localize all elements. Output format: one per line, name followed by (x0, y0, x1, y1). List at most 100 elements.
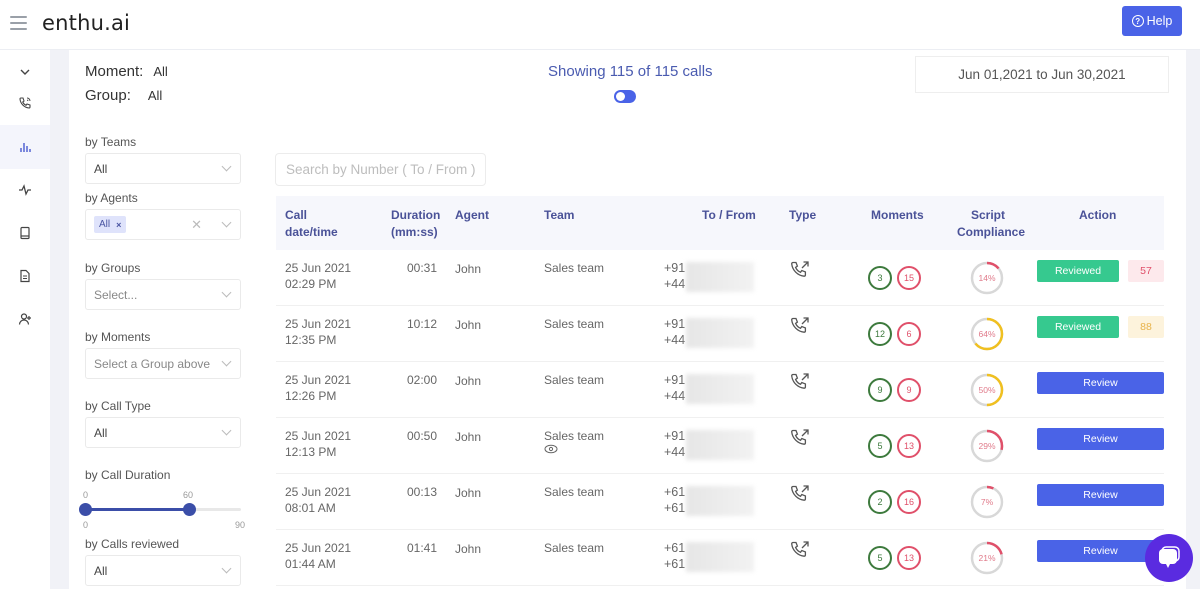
positive-moments-badge[interactable]: 5 (868, 434, 892, 458)
to-number: +91 (664, 261, 686, 275)
col-team[interactable]: Team (544, 207, 574, 224)
col-duration-line1: Duration (391, 208, 441, 222)
col-compliance[interactable]: Script Compliance (957, 207, 1025, 241)
filter-calls-reviewed-select[interactable]: All (85, 555, 241, 586)
filter-groups-select[interactable]: Select... (85, 279, 241, 310)
team-name: Sales team (544, 373, 605, 387)
outgoing-call-icon[interactable] (790, 260, 810, 280)
to-from-number: +61 +61 (664, 484, 685, 516)
call-duration: 00:13 (407, 485, 438, 499)
outgoing-call-icon[interactable] (790, 540, 810, 560)
call-datetime: 25 Jun 2021 12:35 PM (285, 316, 351, 348)
table-row[interactable]: 25 Jun 2021 01:44 AM 01:41 John Sales team +6… (276, 530, 1164, 586)
slider-high-handle[interactable] (183, 503, 196, 516)
table-row[interactable]: 25 Jun 2021 12:35 PM 10:12 John Sales team +9… (276, 306, 1164, 362)
table-row[interactable]: 25 Jun 2021 08:01 AM 00:13 John Sales team +6… (276, 474, 1164, 530)
slider-high-value: 60 (183, 490, 194, 500)
call-date: 25 Jun 2021 (285, 261, 352, 275)
compliance-percent: 14% (978, 273, 996, 283)
chevron-down-icon (221, 287, 232, 298)
date-range-picker[interactable]: Jun 01,2021 to Jun 30,2021 (915, 56, 1169, 93)
call-date: 25 Jun 2021 (285, 373, 352, 387)
filter-call-type-select[interactable]: All (85, 417, 241, 448)
call-datetime: 25 Jun 2021 02:29 PM (285, 260, 351, 292)
to-number: +61 (664, 485, 686, 499)
col-compliance-line1: Script (970, 208, 1005, 222)
table-row[interactable]: 25 Jun 2021 02:29 PM 00:31 John Sales team +9… (276, 250, 1164, 306)
sidebar-item-documents[interactable] (0, 254, 50, 298)
negative-moments-badge[interactable]: 13 (897, 434, 921, 458)
chevron-down-icon (221, 161, 232, 172)
outgoing-call-icon[interactable] (790, 316, 810, 336)
sidebar-item-activity[interactable] (0, 168, 50, 212)
to-number: +91 (664, 317, 686, 331)
outgoing-call-icon[interactable] (790, 484, 810, 504)
filter-agents-label: by Agents (85, 191, 138, 205)
moment-summary: Moment: All (85, 63, 168, 80)
document-icon (20, 269, 30, 283)
view-toggle[interactable] (614, 90, 636, 103)
sidebar-item-calls[interactable] (0, 81, 50, 125)
negative-moments-badge[interactable]: 9 (897, 378, 921, 402)
from-number: +61 (664, 557, 686, 571)
reviewed-button[interactable]: Reviewed (1037, 260, 1119, 282)
help-button[interactable]: ? Help (1122, 6, 1182, 36)
filter-moments-select[interactable]: Select a Group above (85, 348, 241, 379)
col-moments[interactable]: Moments (871, 207, 924, 224)
sidebar-item-add-user[interactable] (0, 297, 50, 341)
slider-low-handle[interactable] (79, 503, 92, 516)
sidebar-item-analytics[interactable] (0, 125, 50, 169)
activity-icon (19, 184, 31, 196)
outgoing-call-icon[interactable] (790, 428, 810, 448)
right-gutter (1186, 50, 1200, 589)
call-date: 25 Jun 2021 (285, 541, 352, 555)
slider-max-label: 90 (235, 520, 246, 530)
review-button[interactable]: Review (1037, 428, 1164, 450)
col-datetime-line1: Call (285, 208, 308, 222)
positive-moments-badge[interactable]: 12 (868, 322, 892, 346)
col-to-from[interactable]: To / From (702, 207, 756, 224)
col-datetime[interactable]: Call date/time (285, 207, 338, 241)
showing-count: Showing 115 of 115 calls (548, 63, 713, 80)
review-button[interactable]: Review (1037, 484, 1164, 506)
call-duration-slider[interactable] (79, 503, 241, 516)
col-duration[interactable]: Duration (mm:ss) (391, 207, 441, 241)
review-button[interactable]: Review (1037, 372, 1164, 394)
negative-moments-badge[interactable]: 13 (897, 546, 921, 570)
negative-moments-badge[interactable]: 6 (897, 322, 921, 346)
chat-widget-button[interactable] (1145, 534, 1193, 582)
outgoing-call-icon[interactable] (790, 372, 810, 392)
search-input[interactable] (275, 153, 486, 186)
table-row[interactable]: 25 Jun 2021 12:13 PM 00:50 John Sales team +9… (276, 418, 1164, 474)
negative-moments-badge[interactable]: 16 (897, 490, 921, 514)
negative-moments-badge[interactable]: 15 (897, 266, 921, 290)
call-time: 12:13 PM (285, 445, 337, 459)
eye-icon[interactable] (544, 444, 558, 454)
group-summary: Group: All (85, 87, 162, 104)
sidebar (0, 50, 50, 589)
call-time: 12:35 PM (285, 333, 337, 347)
col-type[interactable]: Type (789, 207, 816, 224)
compliance-percent: 50% (978, 385, 996, 395)
agent-name: John (455, 430, 482, 444)
col-agent[interactable]: Agent (455, 207, 489, 224)
positive-moments-badge[interactable]: 3 (868, 266, 892, 290)
filter-teams-select[interactable]: All (85, 153, 241, 184)
hamburger-menu-icon[interactable] (10, 16, 27, 30)
to-from-number: +91 +44 (664, 316, 685, 348)
compliance-percent: 7% (980, 497, 994, 507)
redacted-number (686, 318, 754, 348)
reviewed-button[interactable]: Reviewed (1037, 316, 1119, 338)
clear-icon[interactable]: ✕ (191, 217, 202, 233)
filter-agents-select[interactable]: All × ✕ (85, 209, 241, 240)
positive-moments-badge[interactable]: 2 (868, 490, 892, 514)
positive-moments-badge[interactable]: 9 (868, 378, 892, 402)
sidebar-item-library[interactable] (0, 211, 50, 255)
remove-chip-icon[interactable]: × (116, 220, 121, 230)
call-time: 02:29 PM (285, 277, 337, 291)
table-row[interactable]: 25 Jun 2021 12:26 PM 02:00 John Sales team +9… (276, 362, 1164, 418)
call-datetime: 25 Jun 2021 12:13 PM (285, 428, 351, 460)
from-number: +44 (664, 389, 686, 403)
positive-moments-badge[interactable]: 5 (868, 546, 892, 570)
col-action: Action (1079, 208, 1117, 222)
